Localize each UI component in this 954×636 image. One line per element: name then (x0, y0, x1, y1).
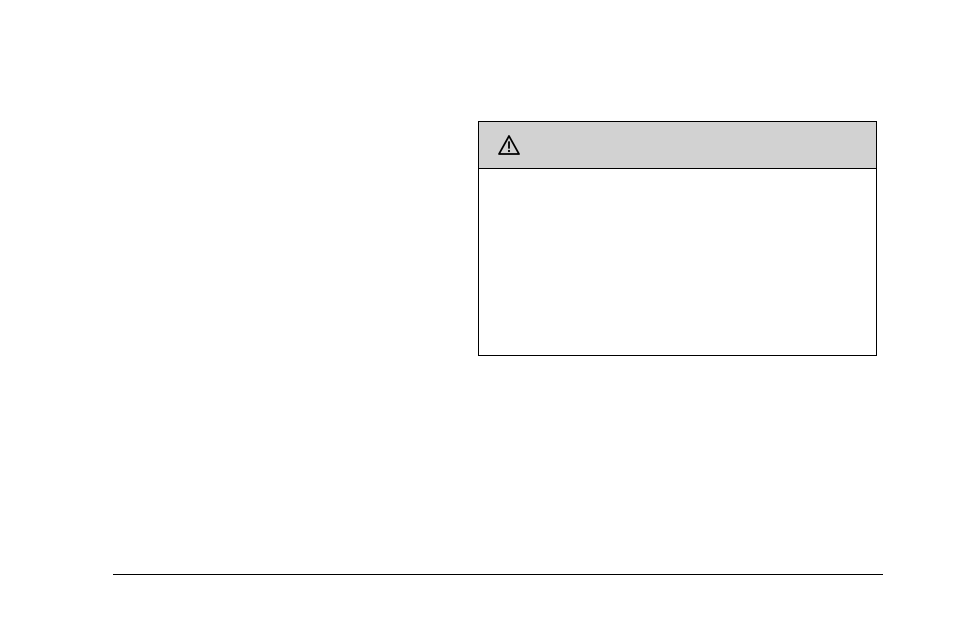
callout-box (478, 121, 877, 356)
warning-triangle-icon (497, 133, 521, 157)
callout-body (479, 169, 876, 193)
callout-header (479, 122, 876, 169)
footer-divider (113, 574, 883, 575)
